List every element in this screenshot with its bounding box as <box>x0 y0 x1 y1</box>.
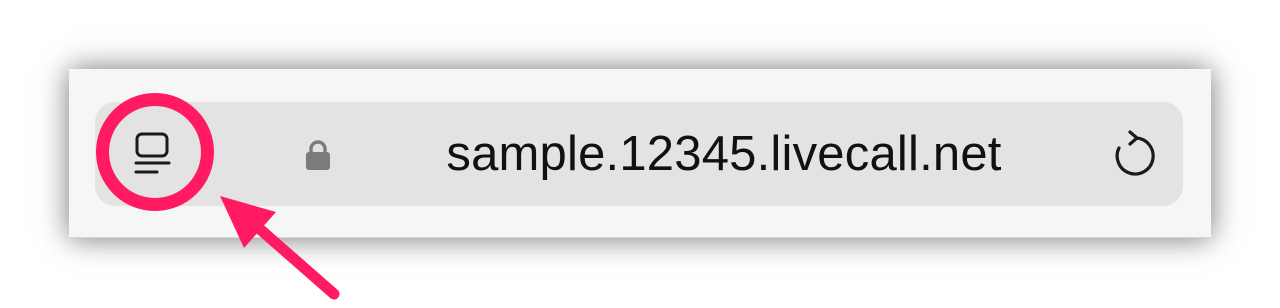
screenshot-stage: sample.12345.livecall.net <box>0 0 1280 308</box>
browser-toolbar: sample.12345.livecall.net <box>69 69 1211 238</box>
url-field[interactable]: sample.12345.livecall.net <box>375 124 1073 184</box>
reload-button[interactable] <box>1105 128 1161 184</box>
lock-icon <box>303 139 333 171</box>
address-bar[interactable]: sample.12345.livecall.net <box>95 102 1183 206</box>
reload-icon <box>1115 130 1155 176</box>
highlight-circle <box>96 93 214 211</box>
